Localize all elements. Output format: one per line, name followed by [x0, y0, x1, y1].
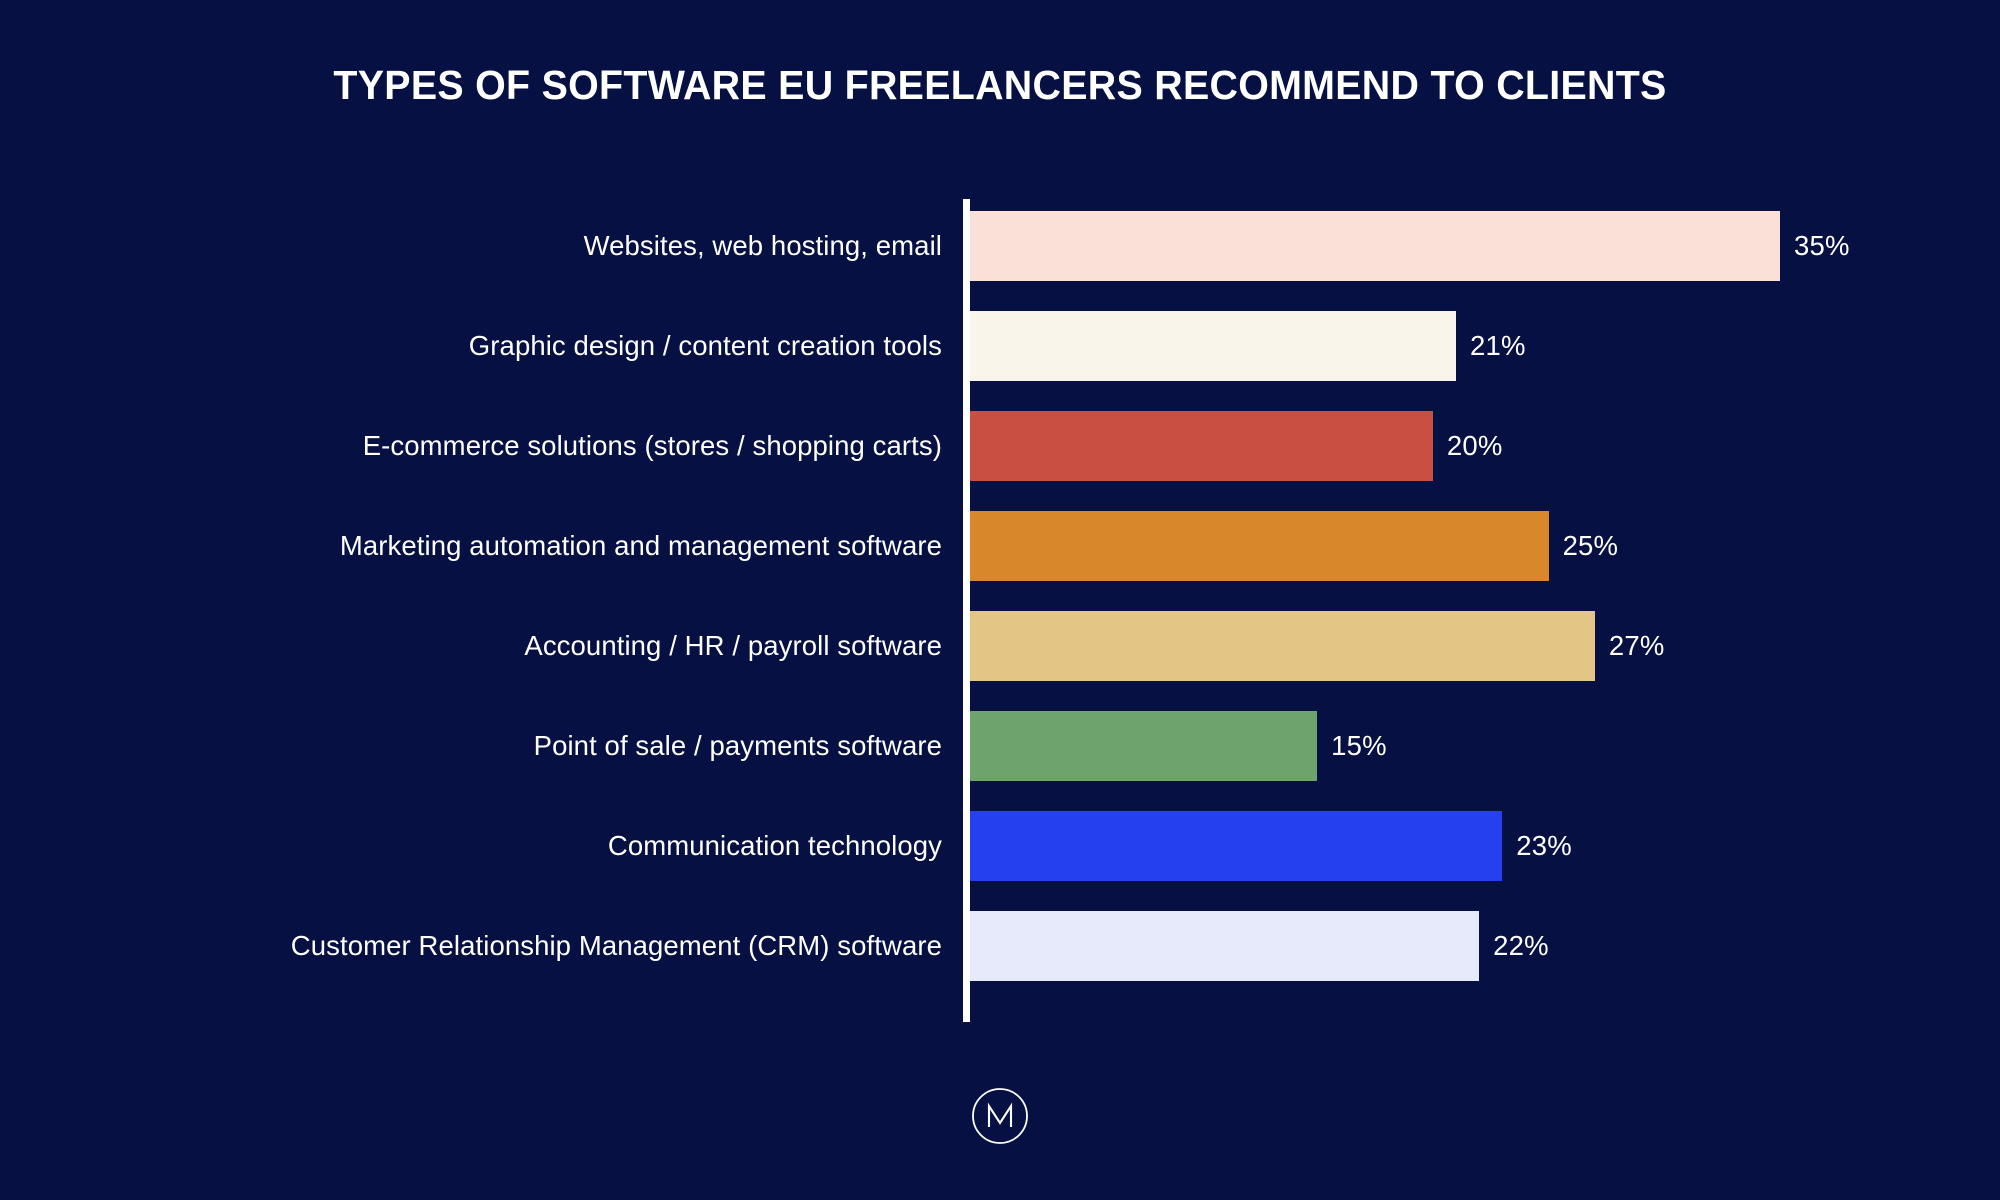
bar-track: 25% [970, 511, 1618, 581]
bar-row: Point of sale / payments software 15% [0, 696, 2000, 796]
bar-value-label: 23% [1516, 830, 1572, 861]
bar-track: 21% [970, 311, 1526, 381]
bar-track: 35% [970, 211, 1850, 281]
bar-row: Marketing automation and management soft… [0, 496, 2000, 596]
bar-fill [970, 411, 1433, 481]
bar-value-label: 35% [1794, 230, 1850, 261]
bar-category-label: E-commerce solutions (stores / shopping … [362, 430, 942, 461]
bar-track: 23% [970, 811, 1572, 881]
bar-value-label: 25% [1562, 530, 1619, 561]
bar-row: Communication technology 23% [0, 796, 2000, 896]
bar-category-label: Marketing automation and management soft… [339, 530, 942, 561]
bar-track: 27% [970, 611, 1664, 681]
bar-fill [970, 611, 1595, 681]
bar-row: E-commerce solutions (stores / shopping … [0, 396, 2000, 496]
bar-fill [970, 211, 1780, 281]
bar-value-label: 15% [1331, 730, 1387, 761]
bar-track: 15% [970, 711, 1387, 781]
bar-value-label: 22% [1493, 930, 1549, 961]
monogram-m-circle-icon [969, 1085, 1031, 1147]
bar-category-label: Accounting / HR / payroll software [524, 630, 942, 661]
bar-fill [970, 311, 1456, 381]
bar-rows: Websites, web hosting, email 35% Graphic… [0, 196, 2000, 996]
bar-value-label: 20% [1446, 430, 1503, 461]
bar-fill [970, 811, 1503, 881]
bar-row: Customer Relationship Management (CRM) s… [0, 896, 2000, 996]
bar-value-label: 27% [1608, 630, 1665, 661]
plot-area: Websites, web hosting, email 35% Graphic… [0, 196, 2000, 1026]
bar-row: Websites, web hosting, email 35% [0, 196, 2000, 296]
bar-row: Accounting / HR / payroll software 27% [0, 596, 2000, 696]
bar-category-label: Communication technology [607, 830, 942, 861]
bar-category-label: Customer Relationship Management (CRM) s… [290, 930, 942, 961]
bar-fill [970, 711, 1318, 781]
bar-fill [970, 911, 1480, 981]
bar-chart: TYPES OF SOFTWARE EU FREELANCERS RECOMME… [0, 0, 2000, 1200]
bar-category-label: Graphic design / content creation tools [468, 330, 942, 361]
bar-track: 22% [970, 911, 1549, 981]
bar-track: 20% [970, 411, 1502, 481]
chart-title: TYPES OF SOFTWARE EU FREELANCERS RECOMME… [333, 62, 1667, 108]
bar-category-label: Websites, web hosting, email [583, 230, 942, 261]
brand-logo [969, 1085, 1031, 1147]
bar-value-label: 21% [1470, 330, 1526, 361]
bar-row: Graphic design / content creation tools … [0, 296, 2000, 396]
bar-category-label: Point of sale / payments software [533, 730, 942, 761]
bar-fill [970, 511, 1549, 581]
